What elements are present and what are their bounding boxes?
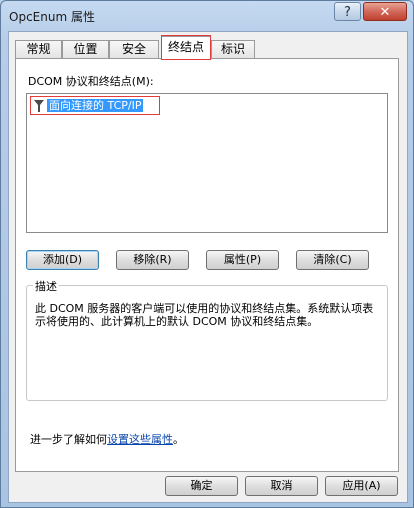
tab-annotation-box <box>161 35 211 60</box>
cancel-button[interactable]: 取消 <box>245 476 318 496</box>
endpoints-panel: DCOM 协议和终结点(M): 面向连接的 TCP/IP 添加(D) 移除(R)… <box>15 58 399 472</box>
protocols-listbox[interactable]: 面向连接的 TCP/IP <box>26 93 388 233</box>
learn-more-prefix: 进一步了解如何 <box>30 433 107 446</box>
description-title: 描述 <box>33 278 59 294</box>
clear-button[interactable]: 清除(C) <box>296 250 369 270</box>
title-bar[interactable]: OpcEnum 属性 ? ✕ <box>1 1 413 31</box>
learn-more-link[interactable]: 设置这些属性 <box>107 433 173 446</box>
protocols-label: DCOM 协议和终结点(M): <box>28 75 154 88</box>
tab-location[interactable]: 位置 <box>62 40 109 58</box>
item-annotation-box <box>30 96 160 115</box>
dialog-client-area: 常规 位置 安全 终结点 标识 DCOM 协议和终结点(M): 面向连接的 TC… <box>8 31 408 503</box>
ok-button[interactable]: 确定 <box>165 476 238 496</box>
description-text: 此 DCOM 服务器的客户端可以使用的协议和终结点集。系统默认项表示将使用的、此… <box>35 302 374 328</box>
close-button[interactable]: ✕ <box>363 2 407 21</box>
tab-identity[interactable]: 标识 <box>211 40 255 58</box>
tab-security[interactable]: 安全 <box>109 40 159 58</box>
properties-window: OpcEnum 属性 ? ✕ 常规 位置 安全 终结点 标识 DCOM 协议和终… <box>0 0 414 508</box>
properties-button[interactable]: 属性(P) <box>206 250 279 270</box>
description-group: 描述 此 DCOM 服务器的客户端可以使用的协议和终结点集。系统默认项表示将使用… <box>26 278 388 401</box>
help-button[interactable]: ? <box>334 2 361 21</box>
apply-button[interactable]: 应用(A) <box>325 476 398 496</box>
remove-button[interactable]: 移除(R) <box>116 250 189 270</box>
tab-general[interactable]: 常规 <box>15 40 62 58</box>
add-button[interactable]: 添加(D) <box>26 250 99 270</box>
learn-more-text: 进一步了解如何设置这些属性。 <box>30 431 184 447</box>
window-title: OpcEnum 属性 <box>9 10 95 24</box>
learn-more-suffix: 。 <box>173 433 184 446</box>
